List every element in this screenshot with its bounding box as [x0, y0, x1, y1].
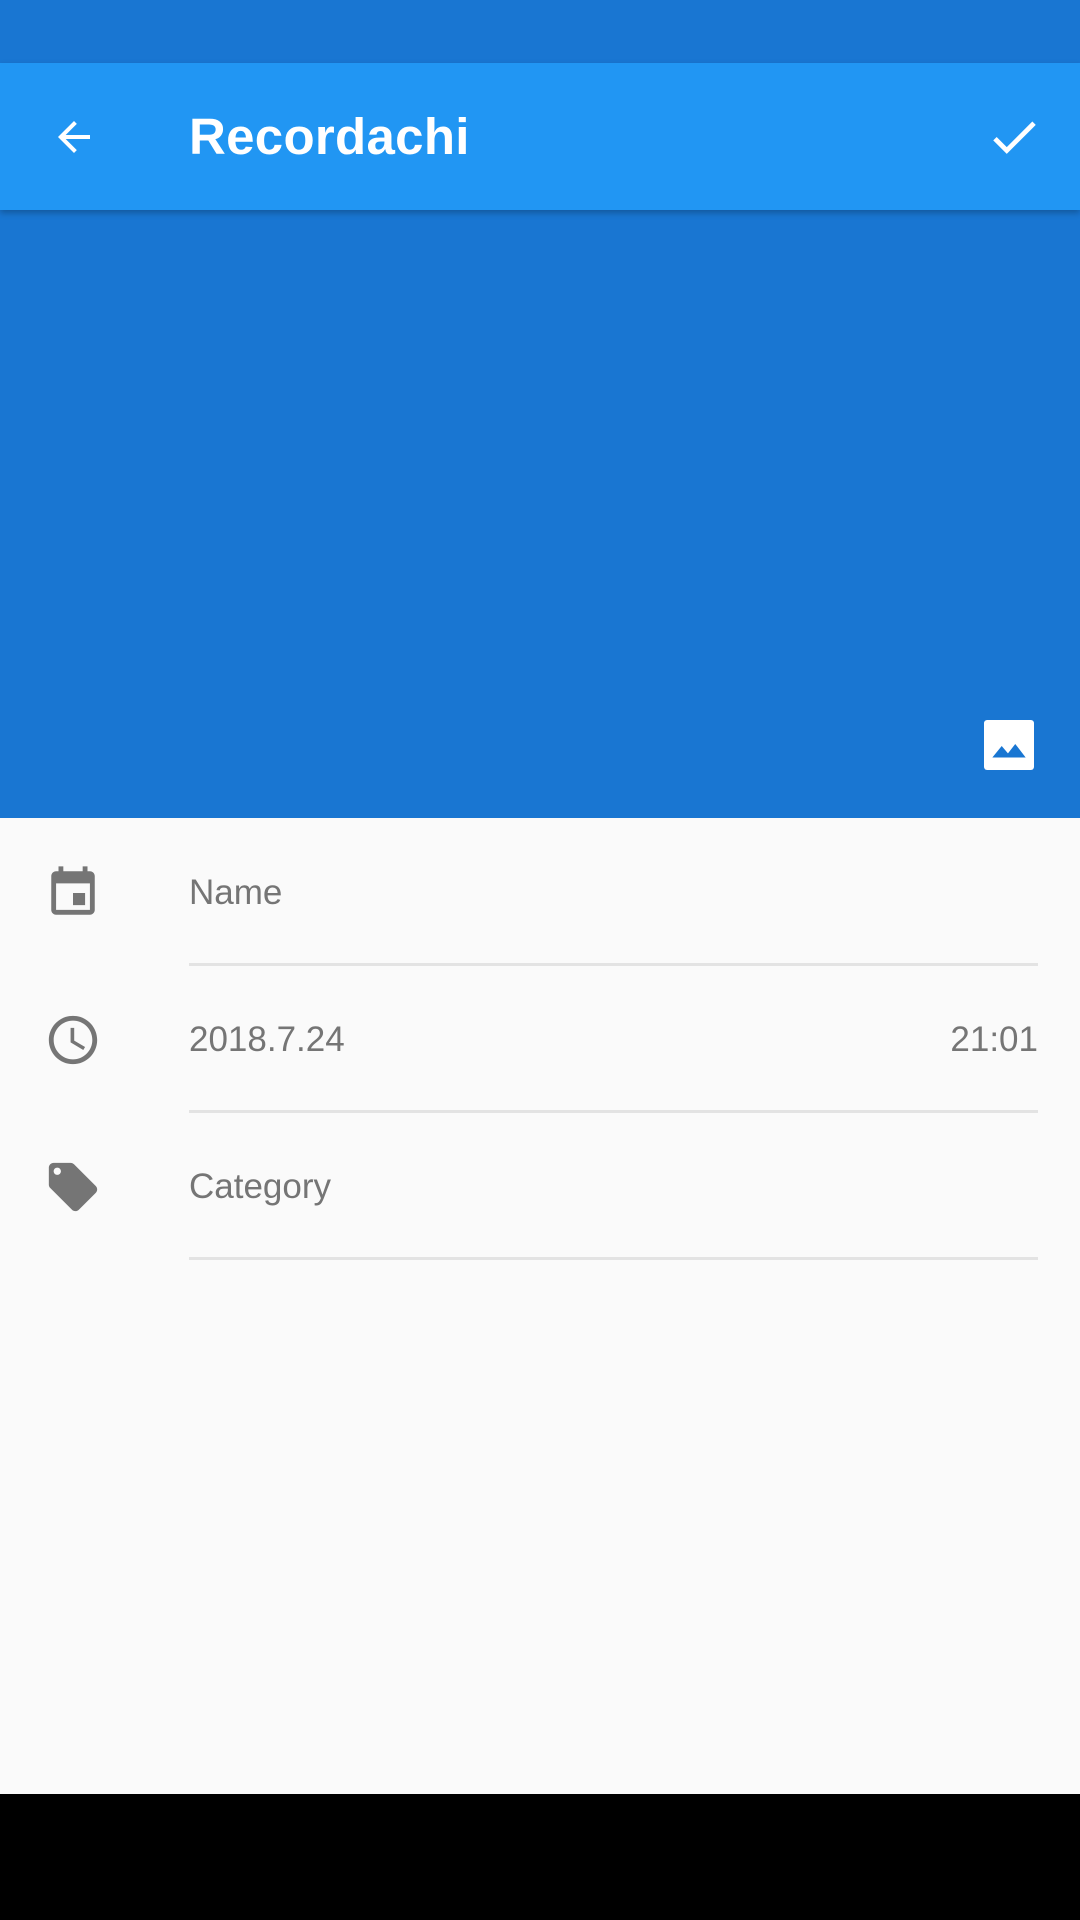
calendar-icon	[51, 866, 95, 915]
record-form: Name 2018.7.24 21:01 Category	[0, 818, 1080, 1260]
check-icon	[993, 121, 1036, 154]
clock-icon	[48, 1015, 98, 1065]
arrow-back-icon	[58, 121, 90, 153]
header-image	[0, 210, 1080, 818]
image-icon	[984, 720, 1034, 770]
datetime-row: 2018.7.24 21:01	[0, 965, 1080, 1113]
tag-icon	[48, 1162, 98, 1212]
confirm-button[interactable]	[976, 103, 1052, 171]
change-image-button[interactable]	[984, 720, 1034, 770]
app-bar: Recordachi	[0, 63, 1080, 210]
name-placeholder: Name	[189, 873, 283, 912]
name-row: Name	[0, 818, 1080, 966]
category-placeholder: Category	[189, 1167, 332, 1206]
page-title: Recordachi	[189, 108, 470, 165]
date-field[interactable]: 2018.7.24 21:01	[189, 965, 1038, 1113]
category-field[interactable]: Category	[189, 1112, 1038, 1260]
back-button[interactable]	[38, 107, 110, 167]
status-bar	[0, 0, 1080, 63]
navigation-bar	[0, 1794, 1080, 1920]
time-value[interactable]: 21:01	[950, 965, 1038, 1115]
category-row: Category	[0, 1112, 1080, 1260]
date-value: 2018.7.24	[189, 1020, 345, 1059]
name-field[interactable]: Name	[189, 818, 1038, 966]
